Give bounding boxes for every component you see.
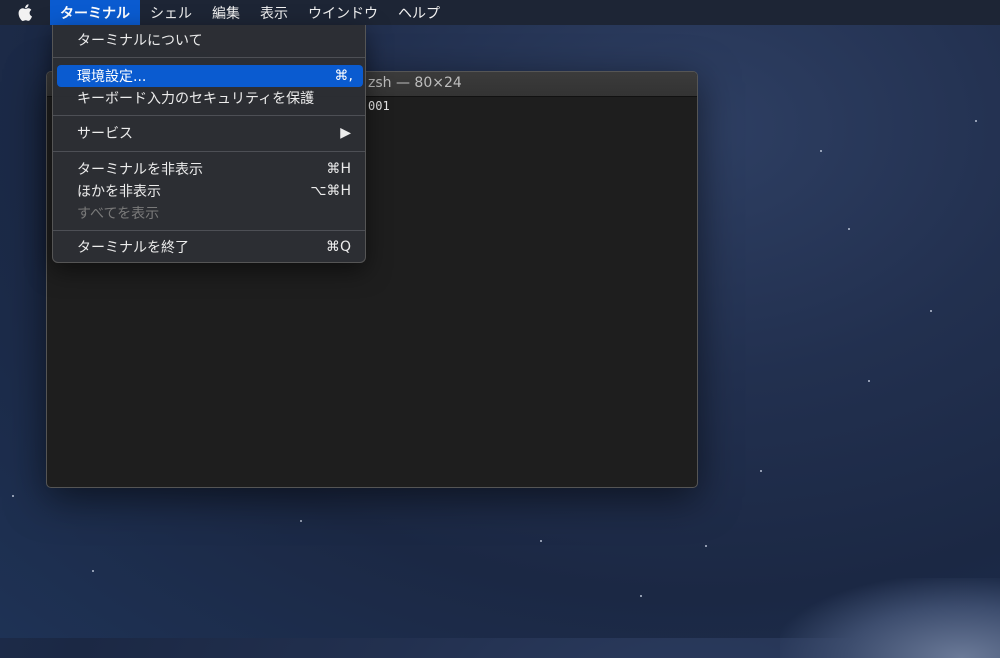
- menu-shell[interactable]: シェル: [140, 0, 202, 25]
- star: [540, 540, 542, 542]
- terminal-app-menu: ターミナルについて 環境設定... ⌘, キーボード入力のセキュリティを保護 サ…: [52, 25, 366, 263]
- menu-item-shortcut: ⌘H: [326, 161, 351, 177]
- menu-item-show-all: すべてを表示: [53, 202, 365, 224]
- star: [868, 380, 870, 382]
- menu-item-secure-keyboard-entry[interactable]: キーボード入力のセキュリティを保護: [53, 87, 365, 109]
- star: [12, 495, 14, 497]
- menu-window[interactable]: ウインドウ: [298, 0, 388, 25]
- menu-item-label: すべてを表示: [77, 206, 160, 222]
- menu-item-label: 環境設定...: [77, 69, 147, 85]
- star: [975, 120, 977, 122]
- menu-edit[interactable]: 編集: [202, 0, 250, 25]
- apple-icon: [18, 4, 32, 21]
- desert-dune: [780, 578, 1000, 658]
- star: [848, 228, 850, 230]
- star: [705, 545, 707, 547]
- menu-item-label: ほかを非表示: [77, 184, 161, 200]
- menu-terminal[interactable]: ターミナル: [50, 0, 140, 25]
- star: [92, 570, 94, 572]
- menu-bar: ターミナル シェル 編集 表示 ウインドウ ヘルプ: [0, 0, 1000, 25]
- menu-separator: [53, 115, 365, 116]
- menu-item-about[interactable]: ターミナルについて: [53, 29, 365, 51]
- menu-item-services[interactable]: サービス ▶: [53, 122, 365, 144]
- menu-item-hide-others[interactable]: ほかを非表示 ⌥⌘H: [53, 180, 365, 202]
- menu-separator: [53, 151, 365, 152]
- submenu-arrow-icon: ▶: [340, 125, 351, 141]
- menu-item-quit-terminal[interactable]: ターミナルを終了 ⌘Q: [53, 236, 365, 258]
- star: [640, 595, 642, 597]
- star: [930, 310, 932, 312]
- menu-item-shortcut: ⌘,: [334, 68, 353, 84]
- terminal-output-line: 001: [368, 99, 390, 113]
- terminal-title: zsh — 80×24: [368, 75, 462, 91]
- menu-view[interactable]: 表示: [250, 0, 298, 25]
- menu-item-label: サービス: [77, 126, 133, 142]
- star: [820, 150, 822, 152]
- menu-help[interactable]: ヘルプ: [388, 0, 450, 25]
- menu-separator: [53, 57, 365, 58]
- menu-separator: [53, 230, 365, 231]
- star: [300, 520, 302, 522]
- menu-item-hide-terminal[interactable]: ターミナルを非表示 ⌘H: [53, 158, 365, 180]
- menu-item-label: ターミナルを非表示: [77, 162, 203, 178]
- menu-item-label: キーボード入力のセキュリティを保護: [77, 91, 315, 107]
- menu-item-preferences[interactable]: 環境設定... ⌘,: [57, 65, 363, 87]
- menu-item-shortcut: ⌘Q: [325, 239, 351, 255]
- menu-item-shortcut: ⌥⌘H: [310, 183, 351, 199]
- menu-item-label: ターミナルを終了: [77, 240, 189, 256]
- apple-menu[interactable]: [0, 0, 50, 25]
- menu-item-label: ターミナルについて: [77, 33, 203, 49]
- star: [760, 470, 762, 472]
